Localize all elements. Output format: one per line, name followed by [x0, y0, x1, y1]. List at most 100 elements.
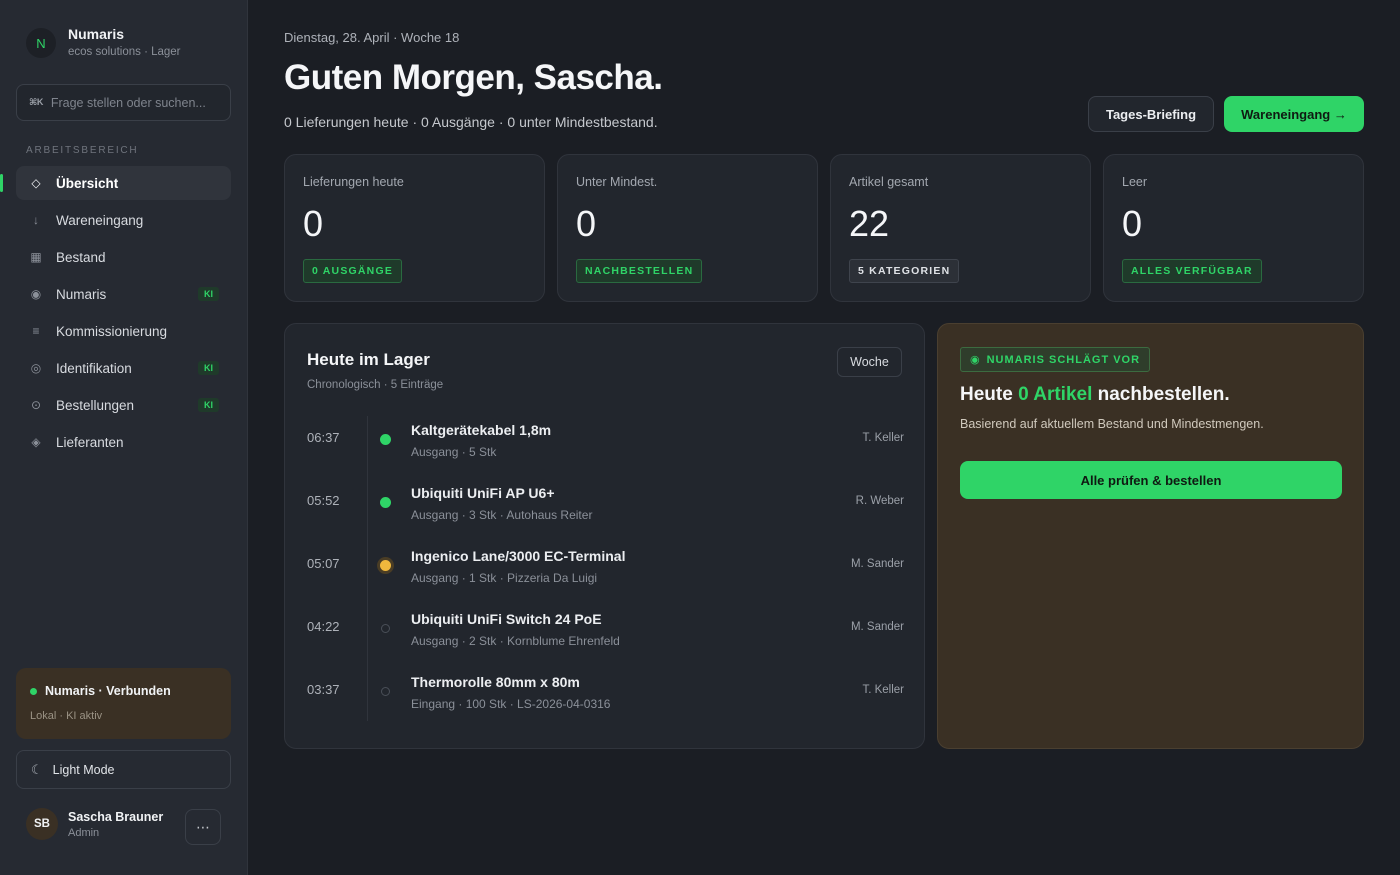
- moon-icon: ☾: [31, 761, 43, 777]
- stat-tag: NACHBESTELLEN: [576, 259, 703, 283]
- sidebar-item-kommissionierung[interactable]: ≡ Kommissionierung: [16, 314, 231, 348]
- suggestion-panel: ◉ NUMARIS SCHLÄGT VOR Heute 0 Artikel na…: [937, 323, 1364, 749]
- sidebar-item-numaris[interactable]: ◉ Numaris KI: [16, 277, 231, 311]
- suggestion-subtitle: Basierend auf aktuellem Bestand und Mind…: [960, 417, 1264, 431]
- search-placeholder: Frage stellen oder suchen...: [50, 95, 206, 110]
- stat-value: 0: [576, 203, 597, 244]
- event-title: Ubiquiti UniFi Switch 24 PoE: [411, 611, 602, 627]
- event-time: 06:37: [307, 430, 340, 445]
- suggestion-tag-label: NUMARIS SCHLÄGT VOR: [986, 353, 1141, 366]
- sidebar-item-identifikation[interactable]: ◎ Identifikation KI: [16, 351, 231, 385]
- goods-receipt-button[interactable]: Wareneingang →: [1224, 96, 1364, 132]
- sidebar-item-label: Bestellungen: [56, 397, 135, 413]
- stat-tag: 0 AUSGÄNGE: [303, 259, 403, 283]
- status-dot-icon: [381, 687, 390, 696]
- timeline-event[interactable]: 03:37 Thermorolle 80mm x 80m Eingang · 1…: [285, 664, 926, 727]
- week-filter-button[interactable]: Woche: [837, 347, 902, 377]
- stat-tag: ALLES VERFÜGBAR: [1122, 259, 1262, 283]
- arrow-down-icon: ↓: [33, 213, 39, 227]
- stat-card-below-minimum[interactable]: Unter Mindest. 0 NACHBESTELLEN: [557, 154, 818, 302]
- status-dot-icon: [380, 560, 391, 571]
- page-title: Guten Morgen, Sascha.: [284, 58, 663, 97]
- stat-card-total-articles[interactable]: Artikel gesamt 22 5 KATEGORIEN: [830, 154, 1091, 302]
- shortcut-icon: ⌘K: [29, 97, 43, 107]
- daily-summary: 0 Lieferungen heute · 0 Ausgänge · 0 unt…: [284, 114, 658, 130]
- event-detail: Ausgang · 5 Stk: [411, 445, 497, 459]
- sidebar-item-label: Bestand: [56, 249, 106, 265]
- status-dot-icon: [380, 434, 391, 445]
- sidebar-item-label: Numaris: [56, 286, 107, 302]
- event-title: Thermorolle 80mm x 80m: [411, 674, 580, 690]
- grid-icon: ▦: [30, 250, 42, 264]
- event-person: T. Keller: [862, 684, 904, 696]
- target-icon: ◉: [970, 354, 981, 366]
- timeline-event[interactable]: 06:37 Kaltgerätekabel 1,8m Ausgang · 5 S…: [285, 412, 926, 475]
- sidebar-item-lieferanten[interactable]: ◈ Lieferanten: [16, 425, 231, 459]
- event-time: 05:52: [307, 493, 340, 508]
- event-person: M. Sander: [850, 621, 904, 633]
- suggestion-tag: ◉ NUMARIS SCHLÄGT VOR: [960, 347, 1151, 372]
- status-subtitle: Lokal · KI aktiv: [30, 710, 103, 722]
- timeline-event[interactable]: 05:52 Ubiquiti UniFi AP U6+ Ausgang · 3 …: [285, 475, 926, 538]
- user-role: Admin: [68, 826, 100, 839]
- target-icon: ◉: [30, 287, 42, 301]
- stat-value: 0: [303, 203, 324, 244]
- section-label: ARBEITSBEREICH: [26, 145, 139, 156]
- list-icon: ≡: [32, 324, 40, 338]
- light-mode-toggle[interactable]: ☾ Light Mode: [16, 750, 231, 789]
- suggestion-title: Heute 0 Artikel nachbestellen.: [960, 384, 1230, 406]
- stat-label: Lieferungen heute: [303, 175, 404, 189]
- sidebar-nav: ◇ Übersicht ↓ Wareneingang ▦ Bestand ◉ N…: [0, 166, 231, 462]
- current-date: Dienstag, 28. April · Woche 18: [284, 30, 460, 45]
- status-dot-icon: [380, 497, 391, 508]
- brand-subtitle: ecos solutions · Lager: [68, 46, 181, 58]
- avatar: SB: [26, 808, 58, 840]
- stat-card-empty[interactable]: Leer 0 ALLES VERFÜGBAR: [1103, 154, 1364, 302]
- timeline-event[interactable]: 04:22 Ubiquiti UniFi Switch 24 PoE Ausga…: [285, 601, 926, 664]
- event-title: Ingenico Lane/3000 EC-Terminal: [411, 548, 626, 564]
- event-time: 03:37: [307, 682, 340, 697]
- event-time: 05:07: [307, 556, 340, 571]
- brand-name: Numaris: [68, 26, 125, 42]
- search-input[interactable]: ⌘K Frage stellen oder suchen...: [16, 84, 231, 121]
- sidebar-item-uebersicht[interactable]: ◇ Übersicht: [0, 166, 231, 200]
- supplier-icon: ◈: [31, 435, 41, 449]
- panel-subtitle: Chronologisch · 5 Einträge: [307, 379, 444, 391]
- suggestion-title-highlight: 0 Artikel: [1018, 384, 1093, 405]
- suggestion-title-pre: Heute: [960, 384, 1019, 405]
- scan-icon: ◎: [30, 361, 42, 375]
- review-and-order-button[interactable]: Alle prüfen & bestellen: [960, 461, 1342, 499]
- sidebar-item-bestand[interactable]: ▦ Bestand: [16, 240, 231, 274]
- stat-tag: 5 KATEGORIEN: [849, 259, 960, 283]
- sidebar: N Numaris ecos solutions · Lager ⌘K Frag…: [0, 0, 248, 875]
- stat-value: 0: [1122, 203, 1143, 244]
- user-profile[interactable]: SB Sascha Brauner Admin: [26, 808, 163, 840]
- suggestion-title-post: nachbestellen.: [1092, 384, 1230, 405]
- more-options-button[interactable]: ⋯: [185, 809, 221, 845]
- ki-badge: KI: [198, 361, 219, 375]
- diamond-icon: ◇: [31, 176, 41, 190]
- stat-card-deliveries[interactable]: Lieferungen heute 0 0 AUSGÄNGE: [284, 154, 545, 302]
- sidebar-item-label: Lieferanten: [56, 434, 124, 450]
- brand[interactable]: N Numaris ecos solutions · Lager: [26, 26, 181, 58]
- order-icon: ⊙: [30, 398, 42, 412]
- event-detail: Eingang · 100 Stk · LS-2026-04-0316: [411, 697, 611, 711]
- event-detail: Ausgang · 2 Stk · Kornblume Ehrenfeld: [411, 634, 620, 648]
- event-title: Ubiquiti UniFi AP U6+: [411, 485, 555, 501]
- timeline-event[interactable]: 05:07 Ingenico Lane/3000 EC-Terminal Aus…: [285, 538, 926, 601]
- status-dot-icon: [381, 624, 390, 633]
- daily-briefing-button[interactable]: Tages-Briefing: [1088, 96, 1214, 132]
- sidebar-item-label: Wareneingang: [56, 212, 144, 228]
- panel-title: Heute im Lager: [307, 350, 430, 369]
- ki-badge: KI: [198, 287, 219, 301]
- light-mode-label: Light Mode: [52, 762, 115, 777]
- today-in-warehouse-panel: Heute im Lager Chronologisch · 5 Einträg…: [284, 323, 925, 749]
- user-name: Sascha Brauner: [68, 809, 164, 824]
- stat-label: Artikel gesamt: [849, 175, 929, 189]
- sidebar-item-bestellungen[interactable]: ⊙ Bestellungen KI: [16, 388, 231, 422]
- status-title: Numaris · Verbunden: [45, 684, 171, 698]
- sidebar-item-label: Identifikation: [56, 360, 132, 376]
- sidebar-item-wareneingang[interactable]: ↓ Wareneingang: [16, 203, 231, 237]
- stat-label: Leer: [1122, 175, 1148, 189]
- event-person: M. Sander: [850, 558, 904, 570]
